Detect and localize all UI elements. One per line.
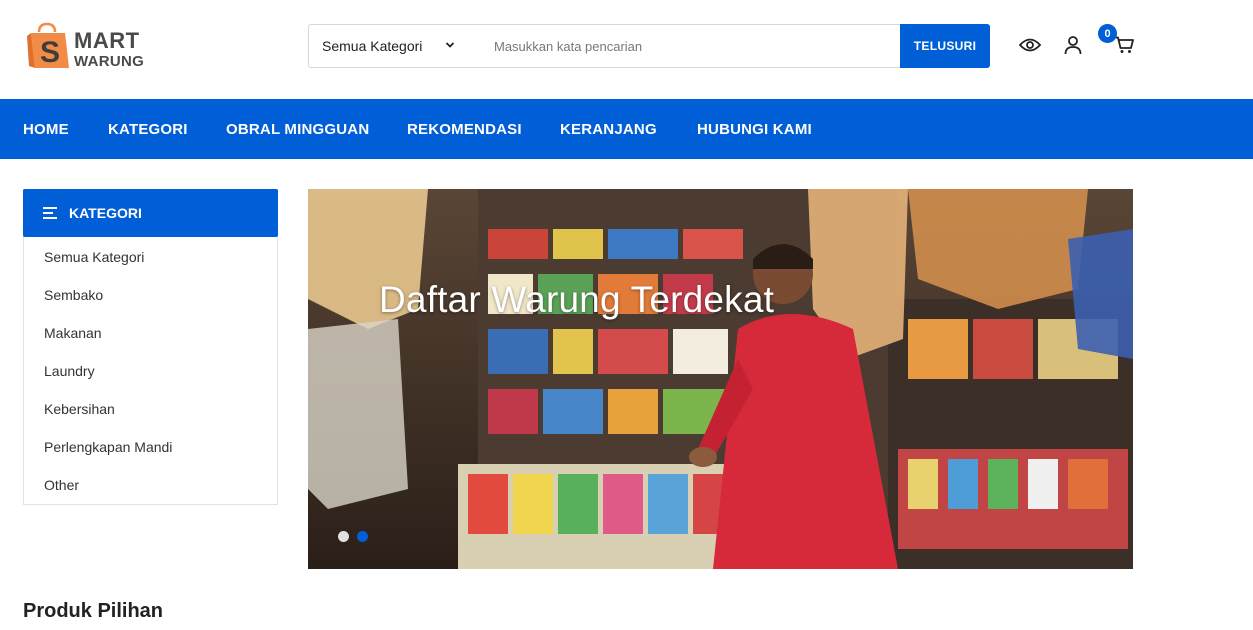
category-header-label: KATEGORI	[69, 205, 142, 221]
nav-item-kategori[interactable]: KATEGORI	[108, 99, 188, 159]
search-button[interactable]: TELUSURI	[900, 24, 990, 68]
hero-banner[interactable]: Daftar Warung Terdekat	[308, 189, 1133, 569]
carousel-dot-1[interactable]	[338, 531, 349, 542]
category-item-other[interactable]: Other	[24, 466, 277, 504]
category-item-perlengkapan-mandi[interactable]: Perlengkapan Mandi	[24, 428, 277, 466]
site-header: S MART WARUNG Semua Kategori TELUSURI	[0, 0, 1253, 99]
user-icon	[1064, 36, 1082, 55]
nav-item-obral-mingguan[interactable]: OBRAL MINGGUAN	[226, 99, 369, 159]
category-item-laundry[interactable]: Laundry	[24, 352, 277, 390]
category-item-kebersihan[interactable]: Kebersihan	[24, 390, 277, 428]
logo-line-2: WARUNG	[74, 53, 145, 70]
search-bar: Semua Kategori TELUSURI	[308, 24, 990, 68]
cart-icon	[1115, 36, 1134, 53]
nav-item-rekomendasi[interactable]: REKOMENDASI	[407, 99, 522, 159]
category-header[interactable]: KATEGORI	[23, 189, 278, 237]
cart-count-badge: 0	[1098, 24, 1117, 43]
shopping-bag-logo-icon: S	[27, 22, 69, 69]
category-sidebar: KATEGORI Semua Kategori Sembako Makanan …	[23, 189, 278, 505]
warung-shop-photo	[308, 189, 1133, 569]
nav-item-keranjang[interactable]: KERANJANG	[560, 99, 657, 159]
section-title-produk-pilihan: Produk Pilihan	[23, 600, 164, 622]
carousel-dot-2-active[interactable]	[357, 531, 368, 542]
banner-title: Daftar Warung Terdekat	[379, 279, 775, 320]
search-input[interactable]	[482, 25, 892, 67]
view-button[interactable]	[1018, 33, 1042, 57]
category-item-semua-kategori[interactable]: Semua Kategori	[24, 238, 277, 276]
nav-item-hubungi-kami[interactable]: HUBUNGI KAMI	[697, 99, 812, 159]
logo-text: MART WARUNG	[74, 28, 145, 70]
logo-line-1: MART	[74, 28, 140, 53]
category-item-makanan[interactable]: Makanan	[24, 314, 277, 352]
menu-lines-icon	[43, 207, 57, 219]
logo[interactable]: S MART WARUNG	[27, 22, 152, 72]
search-category-select[interactable]: Semua Kategori	[309, 25, 474, 67]
account-button[interactable]	[1061, 33, 1085, 57]
category-item-sembako[interactable]: Sembako	[24, 276, 277, 314]
category-list: Semua Kategori Sembako Makanan Laundry K…	[24, 238, 277, 504]
logo-letter: S	[40, 36, 60, 69]
nav-item-home[interactable]: HOME	[23, 99, 69, 159]
search-category-value: Semua Kategori	[322, 38, 423, 54]
main-nav: HOME KATEGORI OBRAL MINGGUAN REKOMENDASI…	[0, 99, 1253, 159]
eye-icon	[1019, 38, 1041, 52]
chevron-down-icon	[445, 42, 455, 48]
